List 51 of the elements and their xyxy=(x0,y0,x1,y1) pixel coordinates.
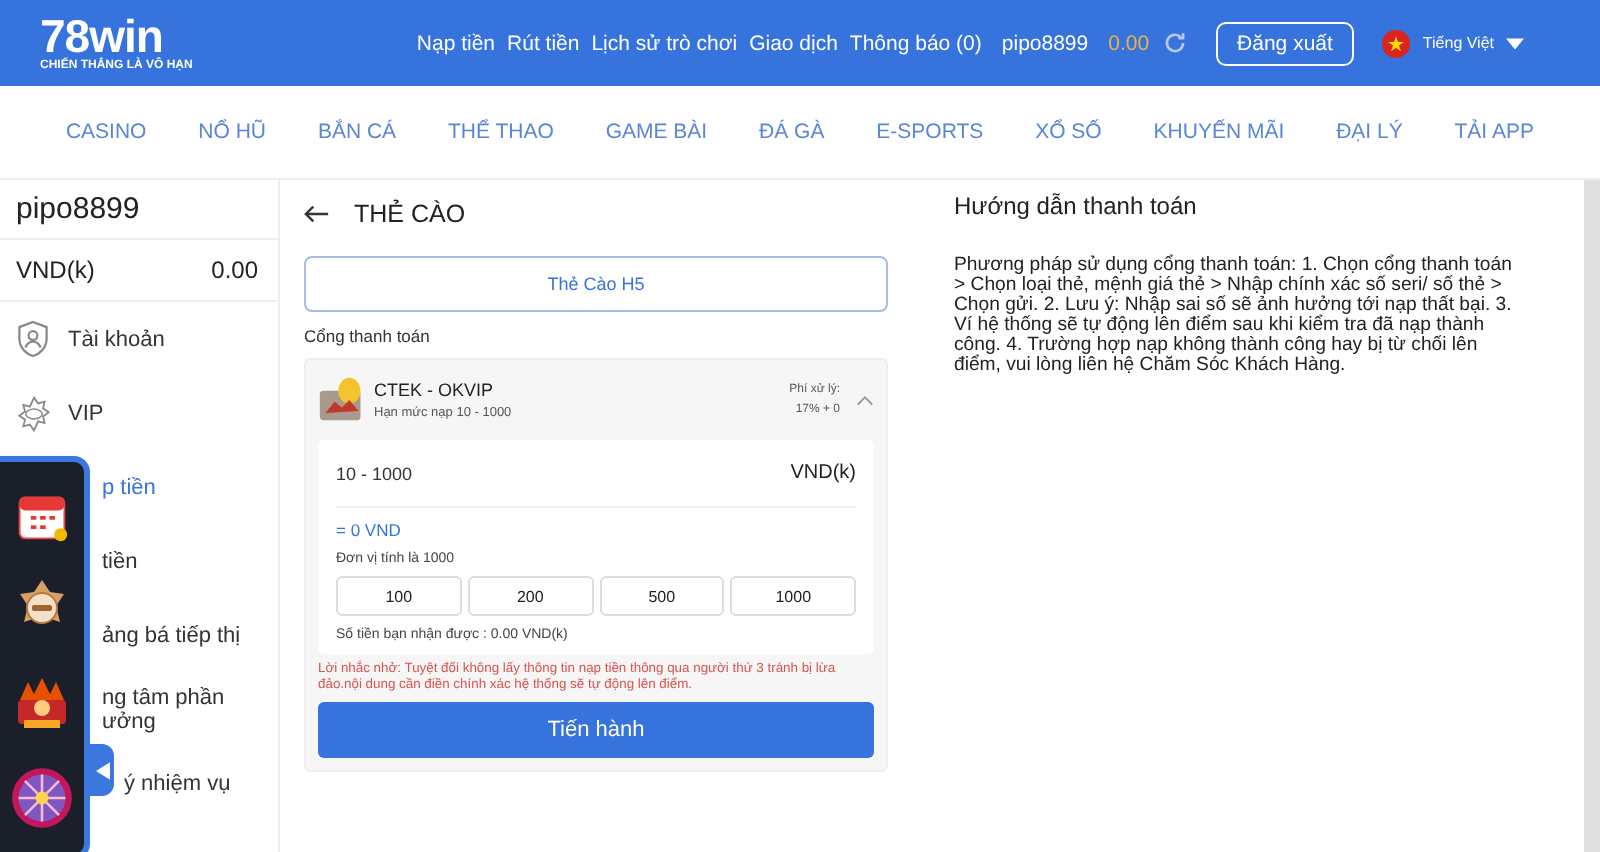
sidebar-item[interactable]: Tài khoản xyxy=(0,302,278,376)
guide-text: Phương pháp sử dụng cổng thanh toán: 1. Chọn cổng thanh toán > Chọn loại thẻ, mệnh giá thẻ > Nhập chính xác số seri/ số thẻ > Chọn gửi. 2. Lưu ý: Nhập sai số sẽ ảnh hưởng tới nạp thất bại. 3. Ví hệ thống sẽ tự động lên điểm sau khi kiểm tra đã nạp thành công. 4. Trường hợp nạp không thành công hay bị từ chối lên điểm, vui lòng liên hệ Chăm Sóc Khách Hàng. xyxy=(954,256,1514,376)
card-type-button[interactable]: Thẻ Cào H5 xyxy=(304,256,888,312)
gateway-name: CTEK - OKVIP xyxy=(374,380,496,400)
header-link[interactable]: Nạp tiền xyxy=(416,31,496,55)
amount-preset-button[interactable]: 500 xyxy=(599,576,725,616)
amount-preset-button[interactable]: 100 xyxy=(336,576,462,616)
nav-link[interactable]: ĐẠI LÝ xyxy=(1336,120,1403,144)
header-link[interactable]: Thông báo (0) xyxy=(849,31,982,55)
collapse-tab[interactable] xyxy=(90,744,114,796)
nav-link[interactable]: TẢI APP xyxy=(1454,120,1534,144)
unit-label: VND(k) xyxy=(790,462,856,484)
nav-link[interactable]: XỔ SỐ xyxy=(1035,120,1102,144)
sidebar-username: pipo8899 xyxy=(16,192,140,226)
header-link[interactable]: Lịch sử trò chơi xyxy=(591,31,738,55)
chevron-icon[interactable] xyxy=(856,394,874,406)
sidebar-item[interactable]: VIP xyxy=(0,376,278,450)
scrollbar[interactable] xyxy=(1584,180,1600,852)
amount-preset-button[interactable]: 200 xyxy=(467,576,593,616)
logout-button[interactable]: Đăng xuất xyxy=(1215,21,1355,65)
header-link[interactable]: Giao dịch xyxy=(749,31,838,55)
page-title: THẺ CÀO xyxy=(354,200,466,228)
balance: 0.00 xyxy=(1108,31,1150,55)
submit-button[interactable]: Tiến hành xyxy=(318,702,874,758)
currency-label: VND(k) xyxy=(16,256,95,284)
user-shield-icon xyxy=(16,320,50,358)
amount-preset-button[interactable]: 1000 xyxy=(730,576,856,616)
nav-link[interactable]: CASINO xyxy=(65,120,147,144)
amount-input[interactable]: 10 - 1000 xyxy=(336,463,536,483)
section-label: Cổng thanh toán xyxy=(304,326,432,346)
username: pipo8899 xyxy=(1001,31,1089,55)
converted-amount: = 0 VND xyxy=(336,520,403,540)
nav-link[interactable]: BẮN CÁ xyxy=(317,120,397,144)
logo-text: 78win xyxy=(40,13,165,57)
triangle-icon xyxy=(95,761,109,779)
prize-wheel-icon[interactable] xyxy=(10,765,74,829)
header-link[interactable]: Rút tiền xyxy=(507,31,580,55)
nav-link[interactable]: GAME BÀI xyxy=(605,120,708,144)
nav-link[interactable]: KHUYẾN MÃI xyxy=(1153,120,1285,144)
nav-link[interactable]: NỔ HŨ xyxy=(198,120,267,144)
refresh-icon[interactable] xyxy=(1161,30,1188,56)
guide-title: Hướng dẫn thanh toán xyxy=(954,192,1199,220)
vip-badge-icon xyxy=(16,395,52,431)
sidebar-balance: 0.00 xyxy=(211,256,258,284)
nav-link[interactable]: E-SPORTS xyxy=(876,120,984,144)
language-label[interactable]: Tiếng Việt xyxy=(1422,34,1494,52)
flag-icon xyxy=(1382,29,1411,57)
caret-icon xyxy=(1506,37,1524,49)
nav-link[interactable]: THỂ THAO xyxy=(447,120,554,144)
back-arrow-icon[interactable] xyxy=(304,204,330,224)
nav-link[interactable]: ĐÁ GÀ xyxy=(759,120,825,144)
